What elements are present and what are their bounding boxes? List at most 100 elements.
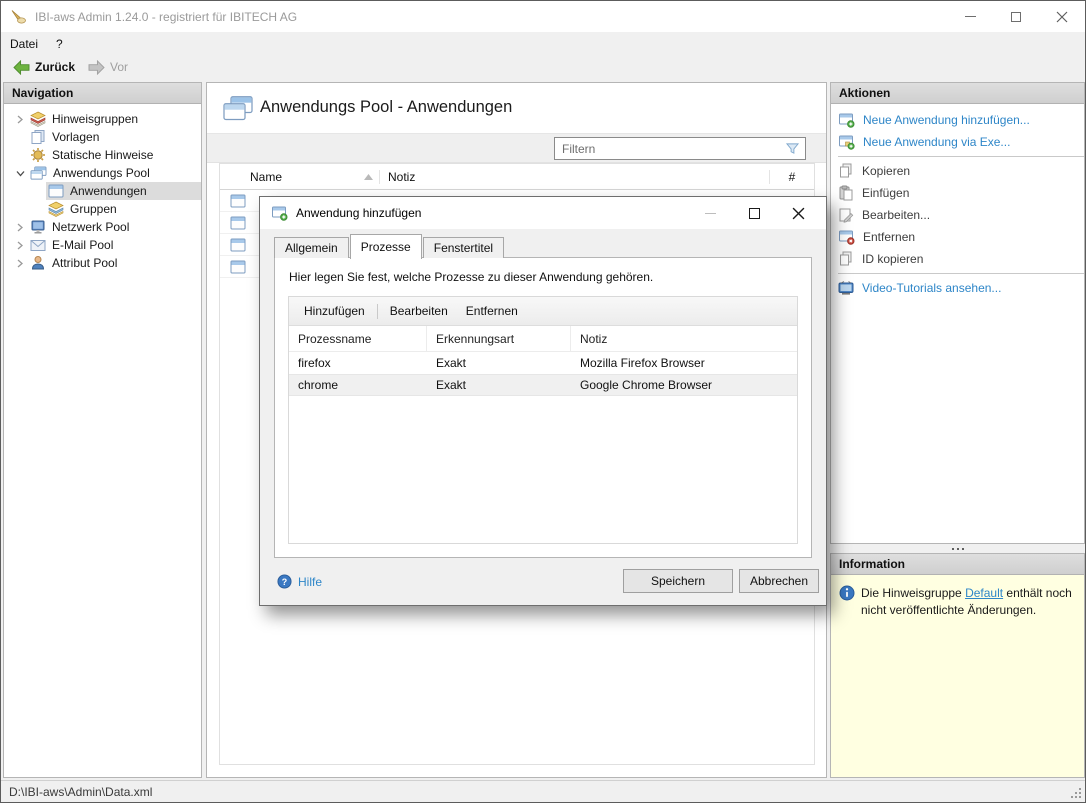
- action-paste[interactable]: Einfügen: [831, 182, 1084, 204]
- tab-allgemein[interactable]: Allgemein: [274, 237, 349, 258]
- pages-icon: [30, 129, 46, 145]
- filter-input[interactable]: [554, 137, 806, 160]
- column-header-count[interactable]: #: [769, 170, 814, 184]
- tree-label: Attribut Pool: [52, 256, 117, 270]
- column-header-name[interactable]: Name: [250, 170, 380, 184]
- info-text-before: Die Hinweisgruppe: [861, 586, 965, 600]
- process-row-firefox[interactable]: firefox Exakt Mozilla Firefox Browser: [289, 352, 797, 374]
- menu-bar: Datei ?: [1, 32, 1085, 55]
- save-button[interactable]: Speichern: [623, 569, 733, 593]
- column-header-notiz[interactable]: Notiz: [380, 170, 769, 184]
- chevron-down-icon[interactable]: [12, 169, 28, 178]
- person-icon: [30, 255, 46, 271]
- action-copy-id[interactable]: ID kopieren: [831, 248, 1084, 270]
- column-header-prozessname[interactable]: Prozessname: [289, 326, 427, 351]
- column-notiz-label: Notiz: [388, 170, 415, 184]
- window-plus-icon: [271, 205, 288, 221]
- action-copy[interactable]: Kopieren: [831, 160, 1084, 182]
- title-bar: IBI-aws Admin 1.24.0 - registriert für I…: [1, 1, 1085, 32]
- window-icon: [230, 216, 246, 230]
- cell-notiz: Google Chrome Browser: [571, 378, 797, 392]
- tree-label: Statische Hinweise: [52, 148, 153, 162]
- action-label: Kopieren: [862, 164, 910, 178]
- dialog-minimize-button[interactable]: [688, 197, 732, 229]
- cell-erkennungsart: Exakt: [427, 378, 571, 392]
- chevron-right-icon[interactable]: [12, 115, 28, 124]
- tree-label: Anwendungen: [70, 184, 147, 198]
- process-add-button[interactable]: Hinzufügen: [295, 301, 374, 321]
- action-label: Neue Anwendung hinzufügen...: [863, 113, 1030, 127]
- info-icon: [839, 585, 855, 601]
- cancel-button[interactable]: Abbrechen: [739, 569, 819, 593]
- actions-separator: [838, 156, 1084, 157]
- dialog-close-button[interactable]: [776, 197, 820, 229]
- help-link[interactable]: ? Hilfe: [277, 574, 322, 589]
- group-layers-icon: [48, 201, 64, 217]
- close-icon: [792, 207, 805, 220]
- tree-label: E-Mail Pool: [52, 238, 113, 252]
- tree-item-vorlagen[interactable]: Vorlagen: [4, 128, 201, 146]
- tree-item-statische-hinweise[interactable]: Statische Hinweise: [4, 146, 201, 164]
- window-remove-icon: [838, 229, 855, 245]
- help-label: Hilfe: [298, 575, 322, 589]
- action-edit[interactable]: Bearbeiten...: [831, 204, 1084, 226]
- sort-ascending-icon: [364, 174, 373, 180]
- window-plus-icon: [838, 112, 855, 128]
- default-group-link[interactable]: Default: [965, 586, 1003, 600]
- chevron-right-icon[interactable]: [12, 241, 28, 250]
- window-icon: [230, 260, 246, 274]
- action-label: Video-Tutorials ansehen...: [862, 281, 1001, 295]
- edit-icon: [838, 207, 854, 223]
- tree-item-hinweisgruppen[interactable]: Hinweisgruppen: [4, 110, 201, 128]
- close-icon: [1056, 11, 1068, 23]
- back-button[interactable]: Zurück: [6, 56, 81, 78]
- action-new-application-via-exe[interactable]: Neue Anwendung via Exe...: [831, 131, 1084, 153]
- tab-fenstertitel[interactable]: Fenstertitel: [423, 237, 504, 258]
- action-remove[interactable]: Entfernen: [831, 226, 1084, 248]
- envelope-icon: [30, 239, 46, 252]
- navigation-header: Navigation: [4, 83, 201, 104]
- nav-toolbar: Zurück Vor: [1, 55, 1085, 79]
- forward-button[interactable]: Vor: [81, 56, 134, 78]
- resize-grip[interactable]: [1070, 787, 1083, 800]
- column-header-erkennungsart[interactable]: Erkennungsart: [427, 326, 571, 351]
- tree-item-gruppen[interactable]: Gruppen: [4, 200, 201, 218]
- back-arrow-icon: [12, 60, 31, 75]
- action-video-tutorials[interactable]: Video-Tutorials ansehen...: [831, 277, 1084, 299]
- tree-label: Netzwerk Pool: [52, 220, 129, 234]
- process-remove-button[interactable]: Entfernen: [457, 301, 527, 321]
- tree-item-attribut-pool[interactable]: Attribut Pool: [4, 254, 201, 272]
- column-name-label: Name: [250, 170, 282, 184]
- panel-splitter[interactable]: [830, 544, 1085, 553]
- dialog-maximize-button[interactable]: [732, 197, 776, 229]
- process-edit-button[interactable]: Bearbeiten: [381, 301, 457, 321]
- tree-label: Gruppen: [70, 202, 117, 216]
- close-button[interactable]: [1039, 1, 1085, 32]
- menu-datei[interactable]: Datei: [1, 34, 47, 54]
- page-title: Anwendungs Pool - Anwendungen: [260, 98, 512, 117]
- tab-prozesse[interactable]: Prozesse: [350, 234, 422, 259]
- navigation-panel: Navigation Hinweisgruppen Vorlagen Stati…: [3, 82, 202, 778]
- maximize-button[interactable]: [993, 1, 1039, 32]
- minimize-button[interactable]: [947, 1, 993, 32]
- process-row-chrome[interactable]: chrome Exakt Google Chrome Browser: [289, 374, 797, 396]
- chevron-right-icon[interactable]: [12, 259, 28, 268]
- cell-erkennungsart: Exakt: [427, 356, 571, 370]
- dialog-tabs: Allgemein Prozesse Fenstertitel: [274, 233, 505, 258]
- tree-item-email-pool[interactable]: E-Mail Pool: [4, 236, 201, 254]
- toolbar-separator: [377, 304, 378, 319]
- dialog-title-bar: Anwendung hinzufügen: [260, 197, 826, 229]
- cell-notiz: Mozilla Firefox Browser: [571, 356, 797, 370]
- tree-item-anwendungen[interactable]: Anwendungen: [4, 182, 201, 200]
- menu-help[interactable]: ?: [47, 34, 72, 54]
- back-label: Zurück: [35, 60, 75, 74]
- action-new-application[interactable]: Neue Anwendung hinzufügen...: [831, 109, 1084, 131]
- gear-icon: [30, 147, 46, 163]
- tree-item-anwendungs-pool[interactable]: Anwendungs Pool: [4, 164, 201, 182]
- process-list-toolbar: Hinzufügen Bearbeiten Entfernen: [289, 297, 797, 326]
- tv-icon: [838, 281, 854, 296]
- copy-icon: [838, 163, 854, 179]
- tree-item-netzwerk-pool[interactable]: Netzwerk Pool: [4, 218, 201, 236]
- column-header-notiz[interactable]: Notiz: [571, 332, 797, 346]
- chevron-right-icon[interactable]: [12, 223, 28, 232]
